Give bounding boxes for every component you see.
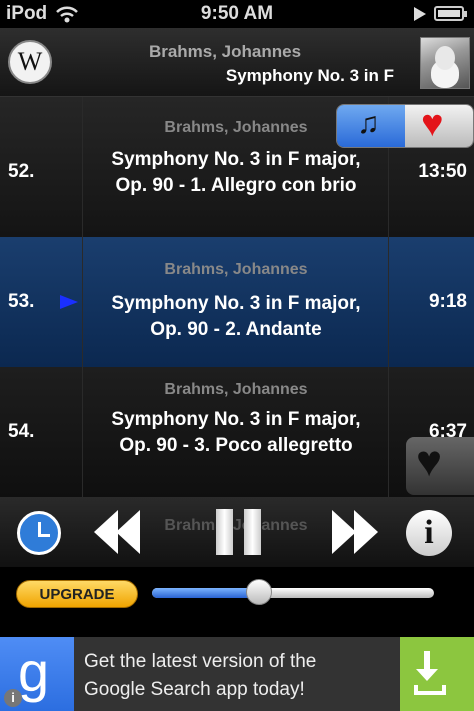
track-composer: Brahms, Johannes bbox=[164, 261, 308, 278]
play-status-icon bbox=[414, 7, 426, 21]
track-title-line2: Op. 90 - 1. Allegro con brio bbox=[115, 175, 357, 196]
sleep-timer-button[interactable] bbox=[17, 511, 61, 555]
status-bar: iPod 9:50 AM bbox=[0, 0, 474, 28]
forward-button[interactable] bbox=[332, 510, 382, 554]
track-row-selected[interactable]: 53. Brahms, Johannes Symphony No. 3 in F… bbox=[0, 237, 474, 367]
heart-icon: ♥ bbox=[421, 104, 444, 145]
upgrade-button[interactable]: UPGRADE bbox=[16, 580, 138, 608]
track-title: Symphony No. 3 in F major, Op. 90 - 2. A… bbox=[84, 291, 388, 343]
view-toggle: ♫ ♥ bbox=[336, 104, 474, 148]
battery-icon bbox=[434, 6, 467, 21]
favorite-button[interactable]: ♥ bbox=[406, 437, 474, 495]
track-duration: 9:18 bbox=[428, 291, 467, 312]
header-composer: Brahms, Johannes bbox=[148, 42, 302, 61]
track-number: 54. bbox=[8, 421, 35, 442]
music-note-icon: ♫ bbox=[357, 107, 380, 140]
track-title: Symphony No. 3 in F major, Op. 90 - 1. A… bbox=[84, 147, 388, 199]
forward-icon bbox=[332, 510, 356, 554]
wikipedia-button[interactable]: W bbox=[8, 40, 52, 84]
download-icon-head bbox=[416, 669, 438, 681]
ad-text-line1: Get the latest version of the bbox=[84, 651, 317, 672]
pause-icon-part bbox=[244, 509, 261, 555]
now-playing-header bbox=[0, 28, 474, 97]
track-duration: 13:50 bbox=[418, 161, 467, 182]
volume-slider-fill bbox=[152, 588, 259, 598]
pause-icon bbox=[216, 509, 233, 555]
info-button[interactable]: i bbox=[406, 510, 452, 556]
track-title: Symphony No. 3 in F major, Op. 90 - 3. P… bbox=[84, 407, 388, 459]
header-title: Symphony No. 3 in F bbox=[225, 66, 394, 85]
track-title-line2: Op. 90 - 3. Poco allegretto bbox=[119, 435, 353, 456]
volume-slider-thumb[interactable] bbox=[246, 579, 272, 605]
track-title-line1: Symphony No. 3 in F major, bbox=[111, 293, 361, 314]
playlist-tab[interactable]: ♫ bbox=[337, 105, 405, 147]
download-button[interactable] bbox=[400, 637, 474, 711]
forward-icon-part bbox=[354, 510, 378, 554]
rewind-icon bbox=[94, 510, 118, 554]
track-title-line1: Symphony No. 3 in F major, bbox=[111, 409, 361, 430]
ad-info-icon[interactable]: i bbox=[4, 689, 22, 707]
download-icon-tray bbox=[414, 685, 446, 695]
favorites-tab[interactable]: ♥ bbox=[405, 105, 473, 147]
pause-button[interactable] bbox=[214, 509, 264, 555]
heart-outline-icon: ♥ bbox=[416, 437, 443, 486]
track-title-line1: Symphony No. 3 in F major, bbox=[111, 149, 361, 170]
track-composer: Brahms, Johannes bbox=[164, 381, 308, 398]
now-playing-indicator-icon bbox=[60, 295, 78, 309]
composer-portrait[interactable] bbox=[420, 37, 470, 89]
track-title-line2: Op. 90 - 2. Andante bbox=[150, 319, 322, 340]
track-number: 52. bbox=[8, 161, 35, 182]
rewind-button[interactable] bbox=[94, 510, 144, 554]
ad-text-line2: Google Search app today! bbox=[84, 679, 305, 700]
clock-time: 9:50 AM bbox=[200, 3, 274, 24]
ad-text[interactable]: Get the latest version of the Google Sea… bbox=[84, 648, 396, 704]
rewind-icon-part bbox=[116, 510, 140, 554]
track-number: 53. bbox=[8, 291, 35, 312]
track-row[interactable]: 54. Brahms, Johannes Symphony No. 3 in F… bbox=[0, 367, 474, 497]
google-logo-letter: g bbox=[18, 640, 50, 703]
